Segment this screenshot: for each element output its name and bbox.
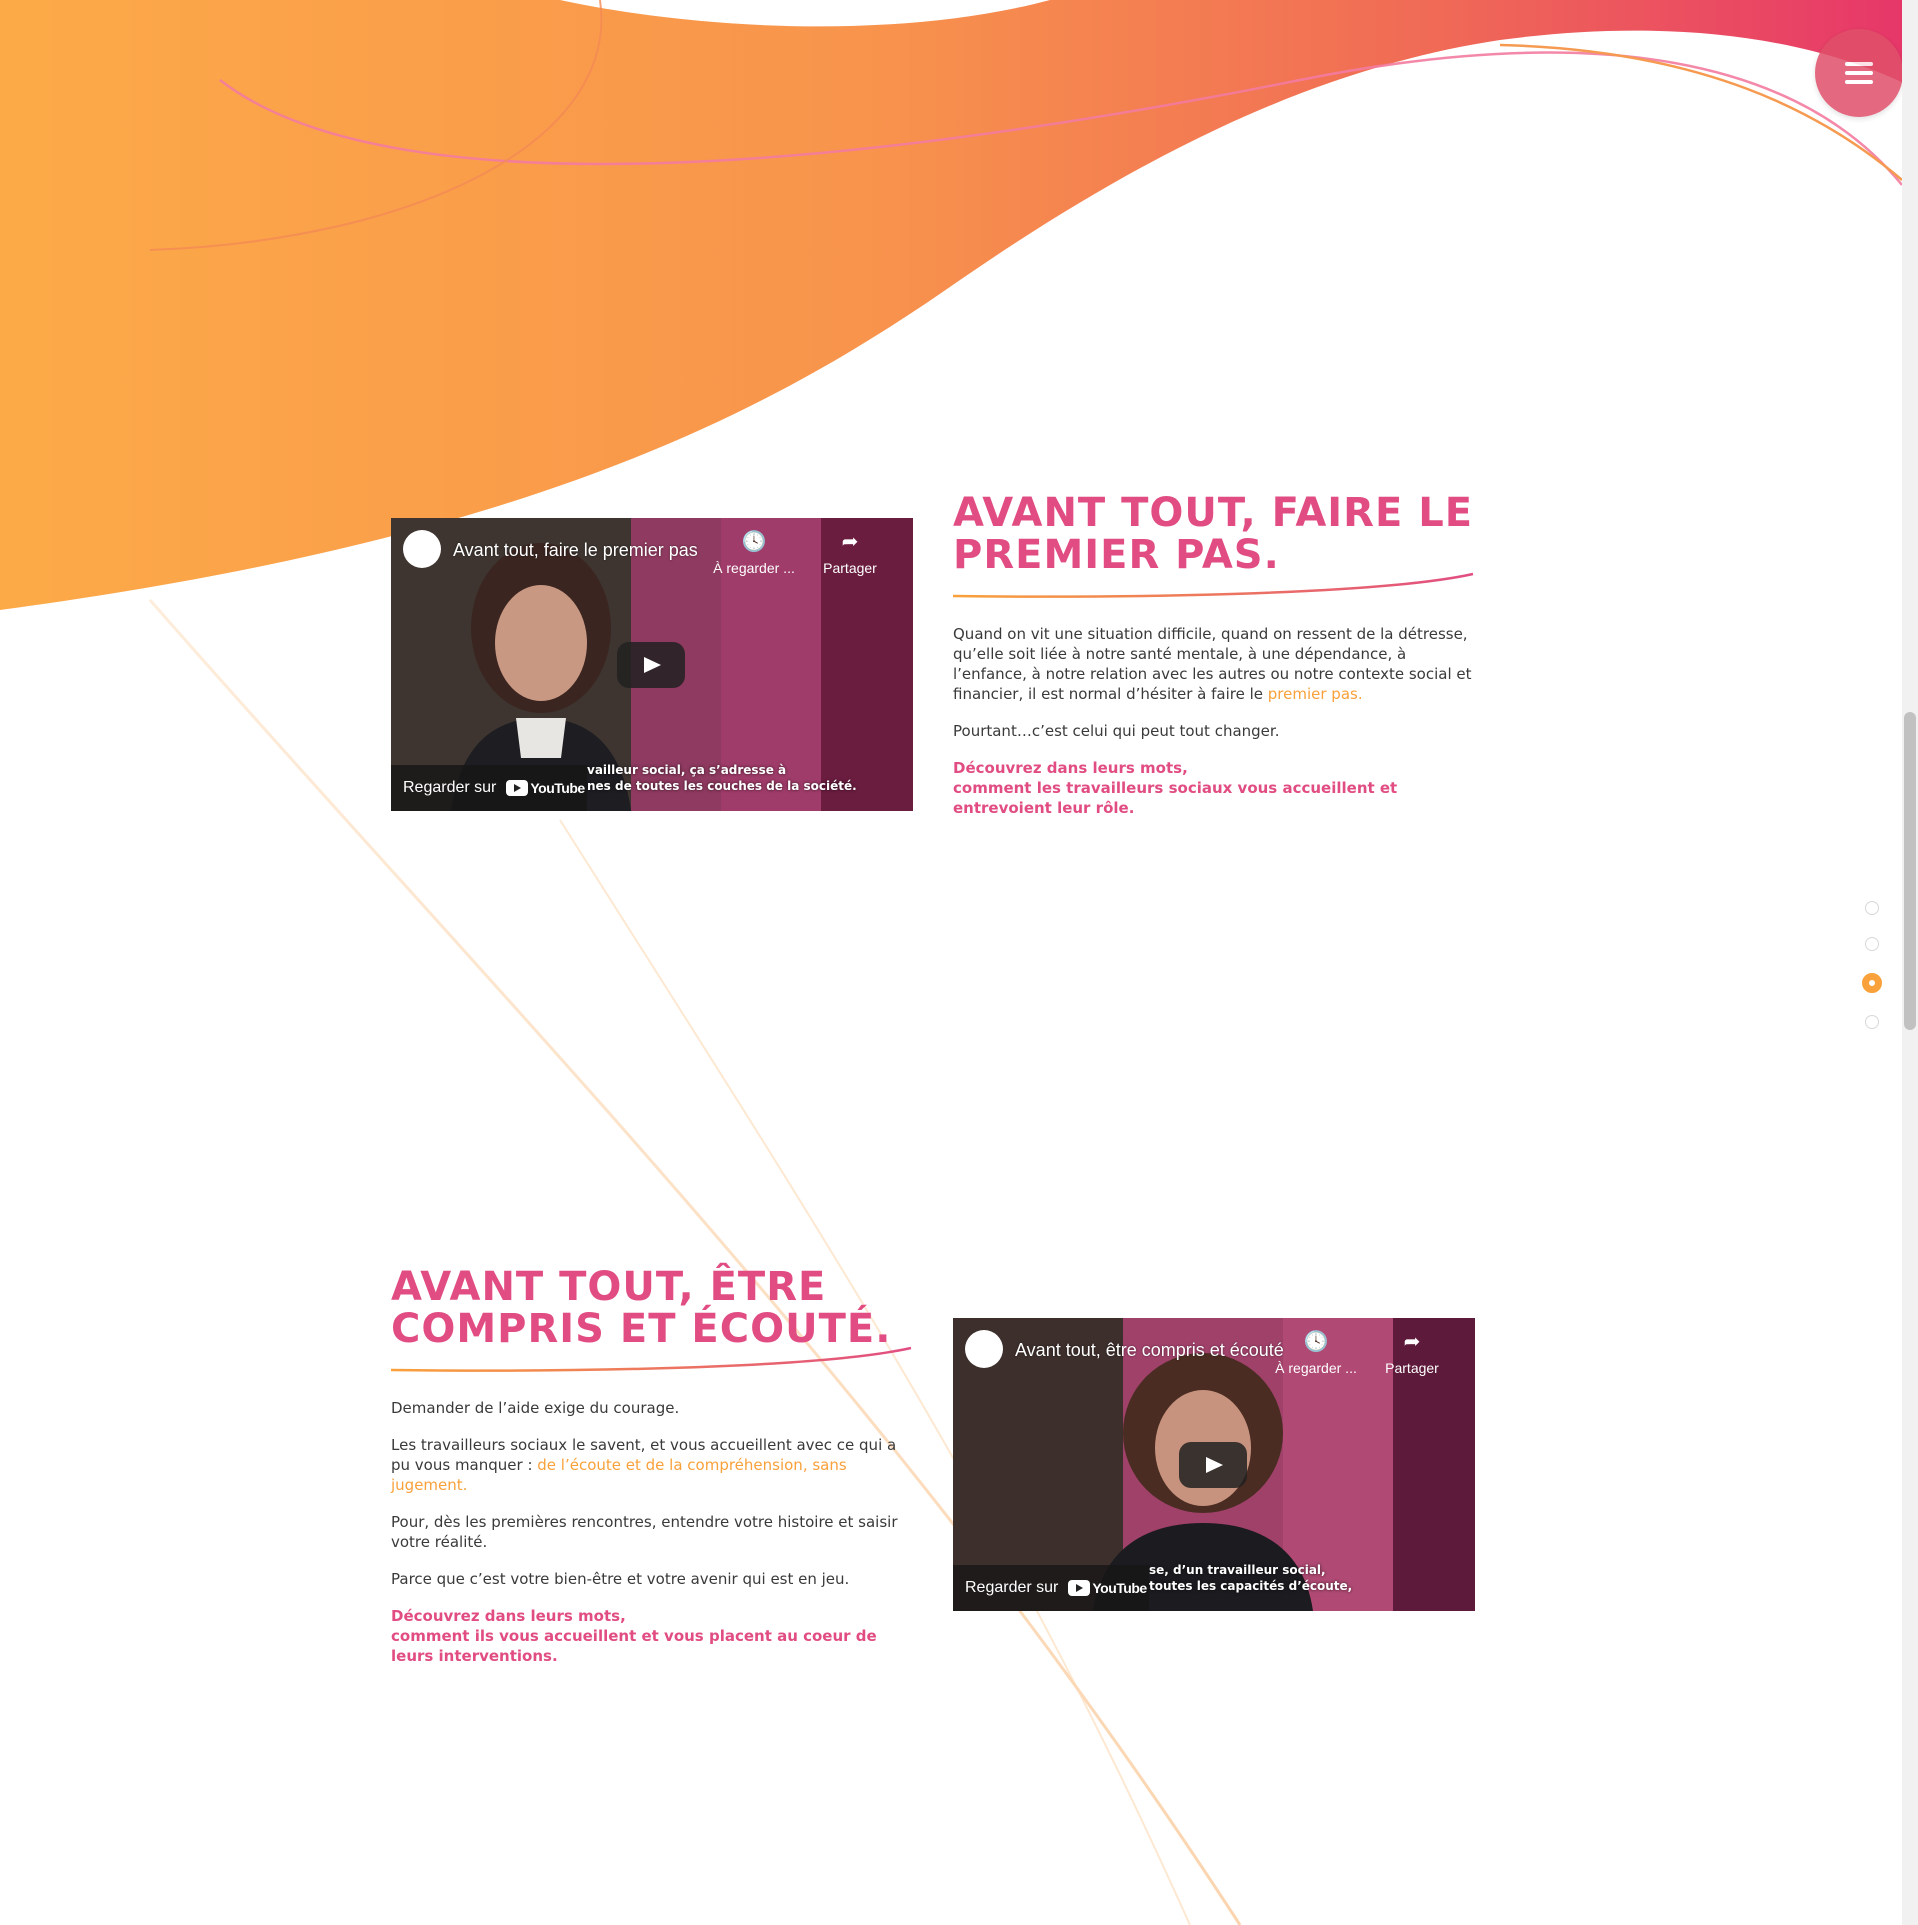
play-button[interactable] [1179, 1442, 1247, 1488]
section1-p1-text: Quand on vit une situation difficile, qu… [953, 625, 1472, 703]
section1-cta-line1: Découvrez dans leurs mots, [953, 759, 1188, 777]
youtube-logo-icon: YouTube [506, 780, 585, 796]
video-subtitle-line1: se, d’un travailleur social, [1149, 1563, 1326, 1577]
video-player-compris-ecoute[interactable]: Avant tout, être compris et écouté 🕓 À r… [953, 1318, 1475, 1611]
youtube-play-box [1068, 1580, 1091, 1596]
section1-cta: Découvrez dans leurs mots, comment les tr… [953, 758, 1475, 818]
watch-on-label: Regarder sur [403, 779, 497, 796]
video-subtitle-line1: vailleur social, ça s’adresse à [587, 763, 787, 777]
video-subtitle-line2: nes de toutes les couches de la société. [587, 779, 857, 793]
section2-heading: AVANT TOUT, ÊTRE COMPRIS ET ÉCOUTÉ. [391, 1266, 891, 1350]
section1-paragraph-2: Pourtant…c’est celui qui peut tout chang… [953, 722, 1280, 740]
watch-on-label: Regarder sur [965, 1579, 1059, 1596]
video-title[interactable]: Avant tout, faire le premier pas [453, 540, 698, 561]
section2-heading-line1: AVANT TOUT, ÊTRE [391, 1264, 827, 1310]
section-dot-3-active[interactable] [1862, 973, 1882, 993]
watch-later-button[interactable]: 🕓 À regarder ... [709, 530, 799, 576]
section1-paragraph-1: Quand on vit une situation difficile, qu… [953, 624, 1475, 704]
share-button[interactable]: ➦ Partager [805, 530, 895, 576]
section2-cta-line1: Découvrez dans leurs mots, [391, 1607, 626, 1625]
share-label: Partager [1385, 1360, 1439, 1376]
share-button[interactable]: ➦ Partager [1367, 1330, 1457, 1376]
section2-paragraph-3: Pour, dès les premières rencontres, ente… [391, 1513, 898, 1551]
background-wave [0, 0, 1918, 1925]
section-dot-4[interactable] [1865, 1015, 1879, 1029]
scrollbar-thumb[interactable] [1904, 712, 1916, 1030]
youtube-label: YouTube [530, 780, 585, 796]
hamburger-menu-icon [1845, 62, 1873, 66]
video-player-premier-pas[interactable]: Avant tout, faire le premier pas 🕓 À reg… [391, 518, 913, 811]
watch-later-label: À regarder ... [713, 560, 795, 576]
section-nav-dots [1862, 901, 1882, 1051]
share-icon: ➦ [841, 531, 859, 553]
section2-paragraph-4: Parce que c’est votre bien-être et votre… [391, 1570, 850, 1588]
section-dot-2[interactable] [1865, 937, 1879, 951]
watch-on-youtube-button[interactable]: Regarder sur YouTube [391, 765, 587, 811]
section2-paragraph-2: Les travailleurs sociaux le savent, et v… [391, 1435, 913, 1495]
play-button[interactable] [617, 642, 685, 688]
section2-cta-line2: comment ils vous accueillent et vous pla… [391, 1627, 877, 1665]
watch-later-label: À regarder ... [1275, 1360, 1357, 1376]
premier-pas-highlight: premier pas. [1267, 685, 1363, 703]
section1-heading: AVANT TOUT, FAIRE LE PREMIER PAS. [953, 492, 1473, 576]
hamburger-bar [1845, 71, 1873, 75]
share-label: Partager [823, 560, 877, 576]
section2-heading-underline [391, 1346, 912, 1372]
section2-body: Demander de l’aide exige du courage. Les… [391, 1398, 913, 1683]
menu-button[interactable] [1815, 29, 1903, 117]
section1-heading-line1: AVANT TOUT, FAIRE LE [953, 490, 1474, 536]
section1-heading-underline [953, 572, 1474, 598]
watch-later-button[interactable]: 🕓 À regarder ... [1271, 1330, 1361, 1376]
section1-cta-line2: comment les travailleurs sociaux vous ac… [953, 779, 1398, 817]
hamburger-bar [1845, 80, 1873, 84]
youtube-logo-icon: YouTube [1068, 1580, 1147, 1596]
youtube-play-box [506, 780, 529, 796]
section2-paragraph-1: Demander de l’aide exige du courage. [391, 1399, 680, 1417]
clock-icon: 🕓 [1303, 1331, 1329, 1353]
watch-on-youtube-button[interactable]: Regarder sur YouTube [953, 1565, 1149, 1611]
channel-logo-icon[interactable] [965, 1330, 1003, 1368]
channel-logo-icon[interactable] [403, 530, 441, 568]
share-icon: ➦ [1403, 1331, 1421, 1353]
video-title[interactable]: Avant tout, être compris et écouté [1015, 1340, 1284, 1361]
youtube-label: YouTube [1092, 1580, 1147, 1596]
section1-body: Quand on vit une situation difficile, qu… [953, 624, 1475, 835]
section-dot-1[interactable] [1865, 901, 1879, 915]
video-subtitle-line2: toutes les capacités d’écoute, [1149, 1579, 1353, 1593]
clock-icon: 🕓 [741, 531, 767, 553]
section2-cta: Découvrez dans leurs mots, comment ils vo… [391, 1606, 913, 1666]
